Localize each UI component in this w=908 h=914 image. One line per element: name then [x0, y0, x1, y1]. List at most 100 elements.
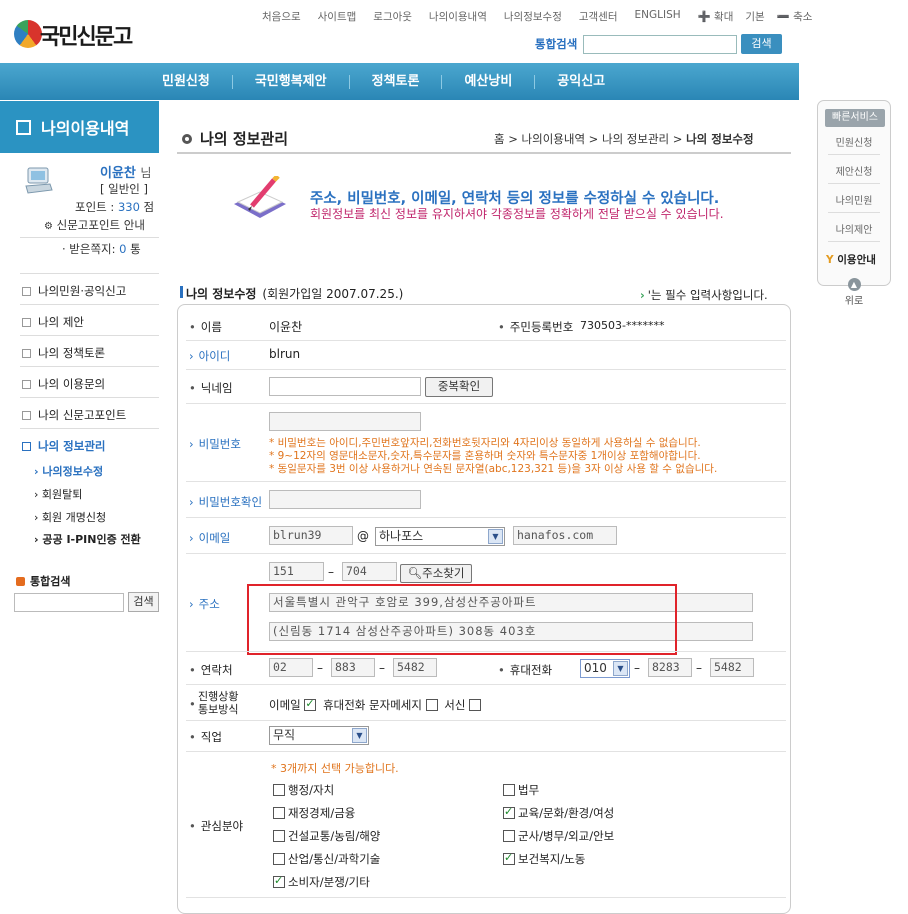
interest-checkbox[interactable]	[273, 874, 285, 888]
required-note: › '는 필수 입력사항입니다.	[640, 288, 768, 302]
interest-checkbox[interactable]	[503, 784, 515, 796]
sidebar-search-button[interactable]: 검색	[128, 592, 159, 612]
logo-text: 국민신문고	[40, 24, 133, 50]
guide-icon: Y	[826, 254, 834, 266]
mobile-3-input[interactable]: 5482	[710, 658, 754, 677]
nickname-input[interactable]	[269, 377, 421, 396]
email-domain-select[interactable]: 하나포스 ▼	[375, 527, 505, 546]
intro-headline: 주소, 비밀번호, 이메일, 연락처 등의 정보를 수정하실 수 있습니다.	[310, 191, 720, 207]
interest-checkbox[interactable]	[273, 784, 285, 796]
nav-proposal[interactable]: 국민행복제안	[231, 74, 349, 89]
zoom-out-button[interactable]: ➖ 축소	[777, 9, 813, 24]
phone-label: 연락처	[189, 662, 233, 678]
divider	[20, 335, 159, 336]
phone-2-input[interactable]: 883	[331, 658, 375, 677]
quick-proposal[interactable]: 제안신청	[818, 163, 890, 178]
email-id-input[interactable]: blrun39	[269, 526, 353, 545]
notify-email-checkbox[interactable]	[304, 697, 317, 711]
interest-note: * 3개까지 선택 가능합니다.	[271, 762, 399, 775]
email-label: 이메일	[189, 530, 231, 546]
interest-checkbox[interactable]	[503, 851, 515, 865]
interest-item[interactable]: 재정경제/금융	[273, 805, 355, 821]
top-link-support[interactable]: 고객센터	[579, 9, 618, 24]
sidebar-item-my-points[interactable]: 나의 신문고포인트	[22, 407, 126, 423]
received-messages[interactable]: · 받은쪽지: 0 통	[62, 241, 141, 257]
breadcrumb-home[interactable]: 홈	[494, 132, 505, 146]
interest-checkbox[interactable]	[273, 853, 285, 865]
top-search-button[interactable]: 검색	[741, 34, 782, 54]
sidebar-item-my-proposals[interactable]: 나의 제안	[22, 314, 84, 330]
interest-checkbox[interactable]	[273, 807, 285, 819]
sidebar-item-my-inquiries[interactable]: 나의 이용문의	[22, 376, 105, 392]
id-value: blrun	[269, 347, 301, 361]
sidebar-item-my-petitions[interactable]: 나의민원·공익신고	[22, 283, 126, 299]
sidebar-title-text: 나의이용내역	[41, 119, 130, 138]
interest-item[interactable]: 군사/병무/외교/안보	[503, 828, 614, 844]
quick-my-proposal[interactable]: 나의제안	[818, 221, 890, 236]
interest-item[interactable]: 행정/자치	[273, 782, 334, 798]
phone-1-input[interactable]: 02	[269, 658, 313, 677]
interest-item[interactable]: 산업/통신/과학기술	[273, 851, 380, 867]
intro-description: 회원정보를 최신 정보를 유지하셔야 각종정보를 정확하게 전달 받으실 수 있…	[310, 207, 724, 221]
mobile-2-input[interactable]: 8283	[648, 658, 692, 677]
notify-post-checkbox[interactable]	[469, 699, 482, 711]
bullet-icon	[22, 348, 31, 358]
interest-checkbox[interactable]	[503, 830, 515, 842]
quick-petition[interactable]: 민원신청	[818, 134, 890, 149]
job-select[interactable]: 무직 ▼	[269, 726, 369, 745]
interest-label: 관심분야	[189, 818, 243, 834]
scroll-top-button[interactable]: ▲ 위로	[840, 278, 868, 307]
notify-sms-checkbox[interactable]	[425, 699, 438, 711]
interest-item[interactable]: 소비자/분쟁/기타	[273, 874, 370, 890]
submenu-edit-info[interactable]: › 나의정보수정	[34, 463, 103, 479]
divider	[20, 428, 159, 429]
sidebar-item-my-info[interactable]: 나의 정보관리	[22, 438, 105, 454]
top-link-english[interactable]: ENGLISH	[635, 9, 681, 24]
nav-public-report[interactable]: 공익신고	[534, 74, 627, 89]
address-search-button[interactable]: 🔍︎주소찾기	[400, 564, 472, 583]
rrn-label: 주민등록번호	[498, 319, 573, 335]
point-guide-link[interactable]: ⚙ 신문고포인트 안내	[44, 217, 145, 233]
computer-icon	[25, 167, 53, 194]
zip-code-2-input[interactable]: 704	[342, 562, 397, 581]
interest-item[interactable]: 교육/문화/환경/여성	[503, 805, 614, 821]
password-confirm-input[interactable]	[269, 490, 421, 509]
password-label: 비밀번호	[189, 436, 241, 452]
sidebar-item-my-debates[interactable]: 나의 정책토론	[22, 345, 105, 361]
zip-code-1-input[interactable]: 151	[269, 562, 324, 581]
top-link-home[interactable]: 처음으로	[262, 9, 301, 24]
top-search-label: 통합검색	[535, 37, 578, 51]
bullet-icon	[22, 379, 31, 389]
password-confirm-label: 비밀번호확인	[189, 494, 262, 510]
top-link-sitemap[interactable]: 사이트맵	[318, 9, 357, 24]
quick-my-petition[interactable]: 나의민원	[818, 192, 890, 207]
mobile-prefix-select[interactable]: 010 ▼	[580, 659, 630, 678]
nav-civil-petition[interactable]: 민원신청	[162, 74, 232, 89]
top-search-input[interactable]	[583, 35, 737, 54]
interest-item[interactable]: 보건복지/노동	[503, 851, 585, 867]
nav-policy-debate[interactable]: 정책토론	[348, 74, 442, 89]
breadcrumb-history[interactable]: 나의이용내역	[522, 132, 585, 146]
phone-3-input[interactable]: 5482	[393, 658, 437, 677]
email-domain-input[interactable]: hanafos.com	[513, 526, 617, 545]
top-link-my-info[interactable]: 나의정보수정	[504, 9, 562, 24]
top-link-my-history[interactable]: 나의이용내역	[429, 9, 487, 24]
nav-budget-waste[interactable]: 예산낭비	[441, 74, 534, 89]
interest-item[interactable]: 법무	[503, 782, 539, 798]
submenu-ipin[interactable]: › 공공 I-PIN인증 전환	[34, 531, 141, 547]
submenu-rename[interactable]: › 회원 개명신청	[34, 509, 106, 525]
sidebar-search-input[interactable]	[14, 593, 124, 612]
duplicate-check-button[interactable]: 중복확인	[425, 377, 493, 397]
password-input[interactable]	[269, 412, 421, 431]
quick-guide-link[interactable]: Y 이용안내	[826, 252, 876, 267]
breadcrumb-info[interactable]: 나의 정보관리	[602, 132, 669, 146]
top-link-logout[interactable]: 로그아웃	[373, 9, 412, 24]
submenu-withdraw[interactable]: › 회원탈퇴	[34, 486, 82, 502]
zoom-in-button[interactable]: ➕ 확대	[698, 9, 734, 24]
site-logo[interactable]: 국민신문고	[14, 18, 144, 50]
interest-item[interactable]: 건설교통/농림/해양	[273, 828, 380, 844]
interest-checkbox[interactable]	[273, 830, 285, 842]
job-label: 직업	[189, 729, 222, 745]
interest-checkbox[interactable]	[503, 805, 515, 819]
zoom-default-button[interactable]: 기본	[745, 9, 764, 24]
